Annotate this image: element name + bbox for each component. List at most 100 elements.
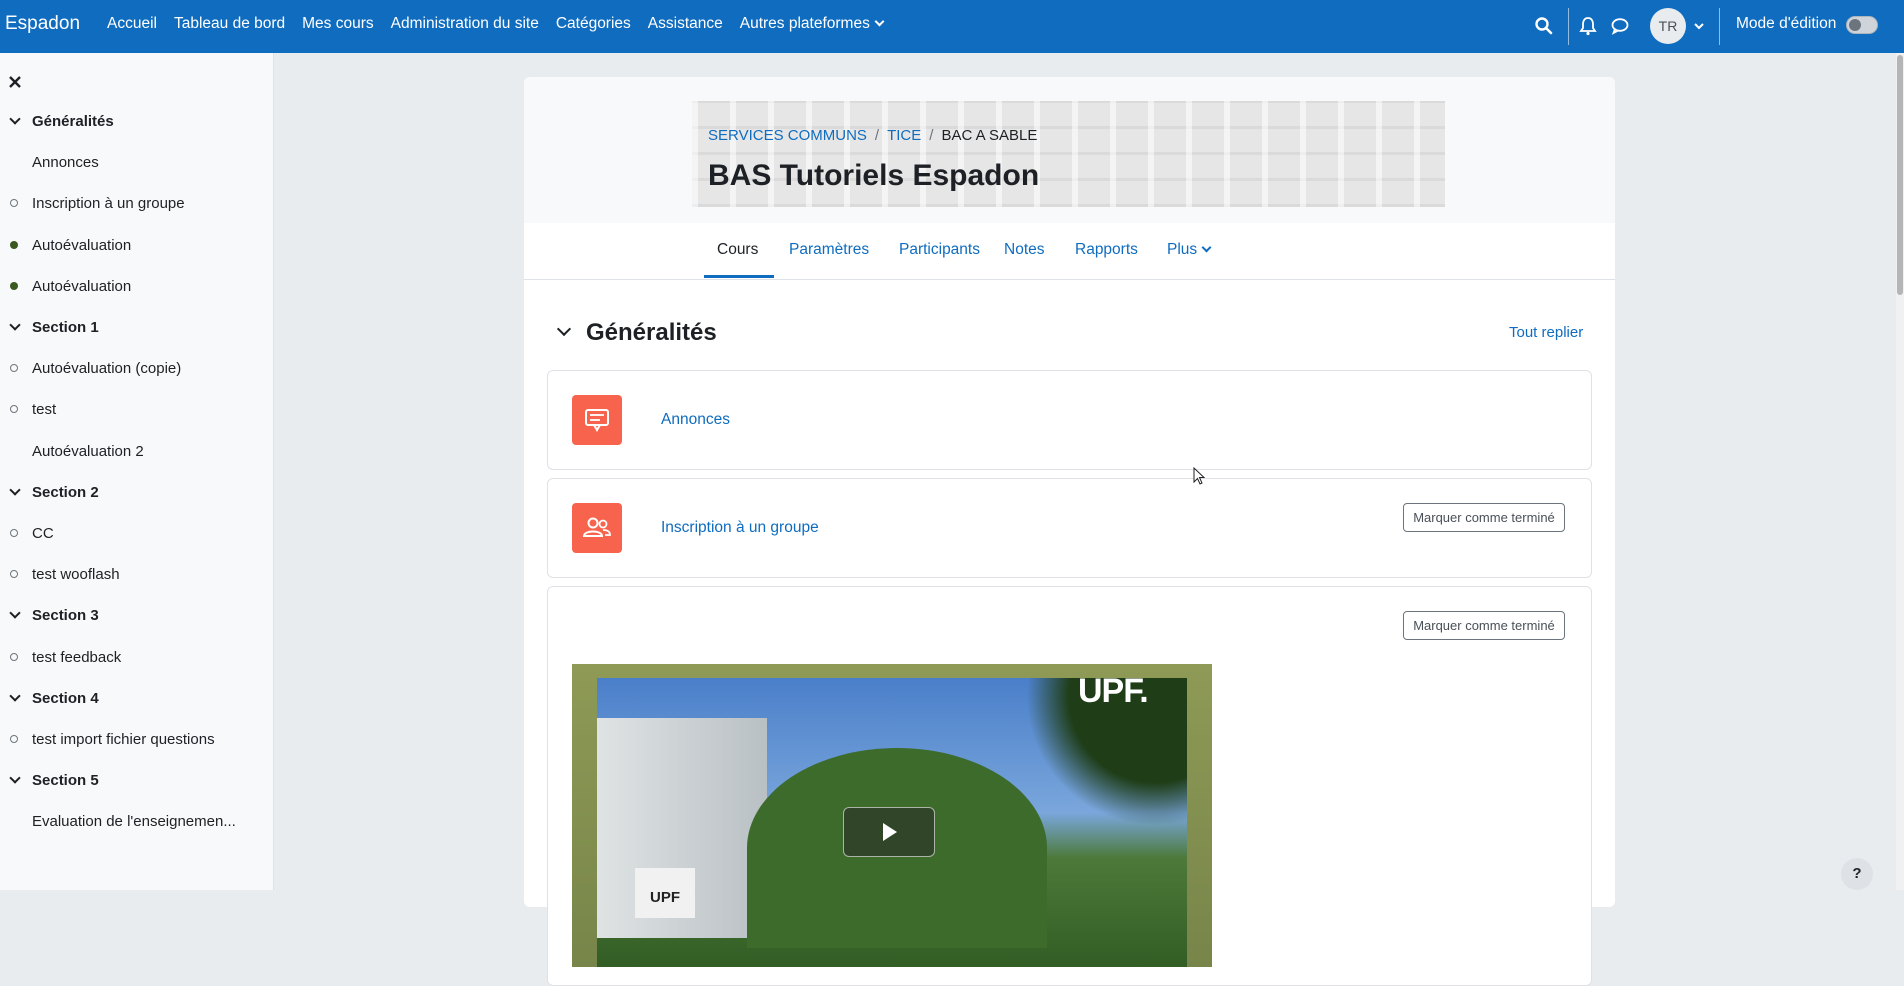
nav-assistance[interactable]: Assistance	[648, 15, 723, 33]
completion-empty-icon	[10, 570, 18, 579]
messages-chat-icon[interactable]	[1610, 15, 1630, 37]
video-sign: UPF	[635, 868, 695, 918]
completion-empty-icon	[10, 735, 18, 743]
course-index-drawer: Généralités Annonces Inscription à un grou…	[0, 53, 274, 890]
activity-link-inscription-groupe[interactable]: Inscription à un groupe	[661, 519, 819, 537]
activity-card-annonces: Annonces	[547, 370, 1592, 470]
drawer-item-label: Autoévaluation (copie)	[32, 360, 182, 378]
drawer-item-label: test import fichier questions	[32, 731, 215, 748]
help-button[interactable]: ?	[1841, 858, 1873, 890]
course-page: SERVICES COMMUNS / TICE / BAC A SABLE BAS Tu…	[524, 77, 1615, 986]
forum-glyph-icon	[585, 409, 609, 432]
navbar-divider	[1568, 8, 1569, 45]
drawer-item-label: Autoévaluation	[32, 277, 132, 295]
drawer-activity-item[interactable]: test import fichier questions	[0, 723, 274, 757]
breadcrumb-services-communs[interactable]: SERVICES COMMUNS	[708, 127, 867, 144]
drawer-section-14[interactable]: Section 4	[0, 682, 274, 716]
breadcrumb-separator: /	[874, 127, 880, 144]
completion-done-icon	[10, 281, 18, 290]
drawer-activity-item[interactable]: Inscription à un groupe	[0, 187, 274, 221]
search-icon[interactable]	[1534, 15, 1554, 37]
tab-plus[interactable]: Plus	[1167, 241, 1212, 259]
tab-rapports[interactable]: Rapports	[1075, 241, 1138, 259]
drawer-section-5[interactable]: Section 1	[0, 311, 274, 345]
edit-mode-toggle[interactable]	[1846, 16, 1878, 34]
mark-as-done-button[interactable]: Marquer comme terminé	[1403, 611, 1565, 640]
nav-accueil[interactable]: Accueil	[107, 15, 157, 33]
navbar-divider	[1719, 8, 1720, 45]
primary-navigation: Accueil Tableau de bord Mes cours Admini…	[107, 15, 900, 33]
drawer-activity-item[interactable]: CC	[0, 517, 274, 551]
chevron-down-icon[interactable]	[9, 690, 21, 702]
edit-mode-label: Mode d'édition	[1736, 15, 1837, 32]
user-avatar[interactable]: TR	[1650, 8, 1686, 44]
tab-cours[interactable]: Cours	[717, 241, 758, 259]
site-brand[interactable]: Espadon	[5, 13, 80, 35]
drawer-section-12[interactable]: Section 3	[0, 599, 274, 633]
drawer-activity-item[interactable]: test	[0, 393, 274, 427]
nav-autres-plateformes-label: Autres plateformes	[739, 15, 870, 32]
drawer-activity-item[interactable]: Annonces	[0, 146, 274, 180]
mouse-cursor-icon	[1193, 467, 1206, 485]
nav-administration[interactable]: Administration du site	[391, 15, 539, 33]
course-header: SERVICES COMMUNS / TICE / BAC A SABLE BAS Tu…	[524, 77, 1615, 223]
nav-autres-plateformes[interactable]: Autres plateformes	[739, 15, 885, 33]
drawer-item-label: Evaluation de l'enseignemen...	[32, 813, 236, 831]
forum-icon	[572, 395, 622, 445]
drawer-activity-item[interactable]: test feedback	[0, 641, 274, 675]
tab-parametres[interactable]: Paramètres	[789, 241, 869, 259]
completion-empty-icon	[10, 364, 18, 373]
drawer-activity-item[interactable]: test wooflash	[0, 558, 274, 592]
group-icon	[572, 503, 622, 553]
section-collapse-chevron-icon[interactable]	[556, 321, 572, 337]
notifications-bell-icon[interactable]	[1578, 15, 1598, 37]
mark-as-done-button[interactable]: Marquer comme terminé	[1403, 503, 1565, 532]
nav-tableau-de-bord[interactable]: Tableau de bord	[174, 15, 285, 33]
drawer-activity-item[interactable]: Autoévaluation (copie)	[0, 352, 274, 386]
tab-notes[interactable]: Notes	[1004, 241, 1045, 259]
completion-empty-icon	[10, 405, 18, 414]
course-secondary-navigation: Cours Paramètres Participants Notes Rapp…	[524, 223, 1615, 280]
tab-plus-label: Plus	[1167, 241, 1198, 258]
user-menu-chevron-down-icon[interactable]	[1692, 17, 1706, 35]
drawer-activity-item[interactable]: Autoévaluation 2	[0, 435, 274, 469]
upf-logo: UPF.	[1078, 672, 1149, 710]
drawer-section-0[interactable]: Généralités	[0, 105, 274, 139]
drawer-item-label: test	[32, 401, 57, 419]
breadcrumb-bac-a-sable: BAC A SABLE	[941, 127, 1038, 144]
chevron-down-icon[interactable]	[9, 607, 21, 620]
nav-mes-cours[interactable]: Mes cours	[302, 15, 374, 33]
drawer-activity-item[interactable]: Autoévaluation	[0, 270, 274, 304]
chevron-down-icon[interactable]	[9, 772, 21, 784]
drawer-item-label: Annonces	[32, 154, 99, 172]
video-play-button[interactable]	[843, 807, 935, 857]
page-scrollbar[interactable]	[1896, 53, 1904, 890]
video-player[interactable]: UPF UPF.	[572, 664, 1212, 967]
drawer-activity-item[interactable]: Evaluation de l'enseignemen...	[0, 805, 274, 839]
drawer-item-label: test feedback	[32, 648, 122, 666]
breadcrumb-tice[interactable]: TICE	[887, 127, 921, 144]
toggle-knob	[1849, 19, 1861, 31]
nav-categories[interactable]: Catégories	[556, 15, 631, 33]
chevron-down-icon[interactable]	[9, 113, 21, 125]
drawer-item-label: test wooflash	[32, 566, 120, 584]
drawer-item-label: Section 2	[32, 483, 99, 501]
completion-done-icon	[10, 240, 18, 249]
activity-card-inscription-groupe: Inscription à un groupe Marquer comme te…	[547, 478, 1592, 578]
close-icon[interactable]	[8, 75, 22, 89]
scrollbar-thumb[interactable]	[1897, 55, 1903, 295]
chevron-down-icon[interactable]	[9, 484, 21, 496]
drawer-section-16[interactable]: Section 5	[0, 764, 274, 798]
chevron-down-icon	[874, 16, 885, 27]
chevron-down-icon[interactable]	[9, 319, 21, 331]
group-glyph-icon	[582, 517, 611, 537]
completion-empty-icon	[10, 199, 18, 208]
drawer-section-9[interactable]: Section 2	[0, 476, 274, 510]
drawer-activity-item[interactable]: Autoévaluation	[0, 229, 274, 263]
collapse-all-link[interactable]: Tout replier	[1509, 324, 1583, 341]
drawer-item-label: CC	[32, 525, 54, 542]
drawer-item-label: Section 5	[32, 772, 99, 790]
tab-participants[interactable]: Participants	[899, 241, 980, 259]
activity-link-annonces[interactable]: Annonces	[661, 411, 730, 429]
chevron-down-icon	[1201, 242, 1212, 253]
